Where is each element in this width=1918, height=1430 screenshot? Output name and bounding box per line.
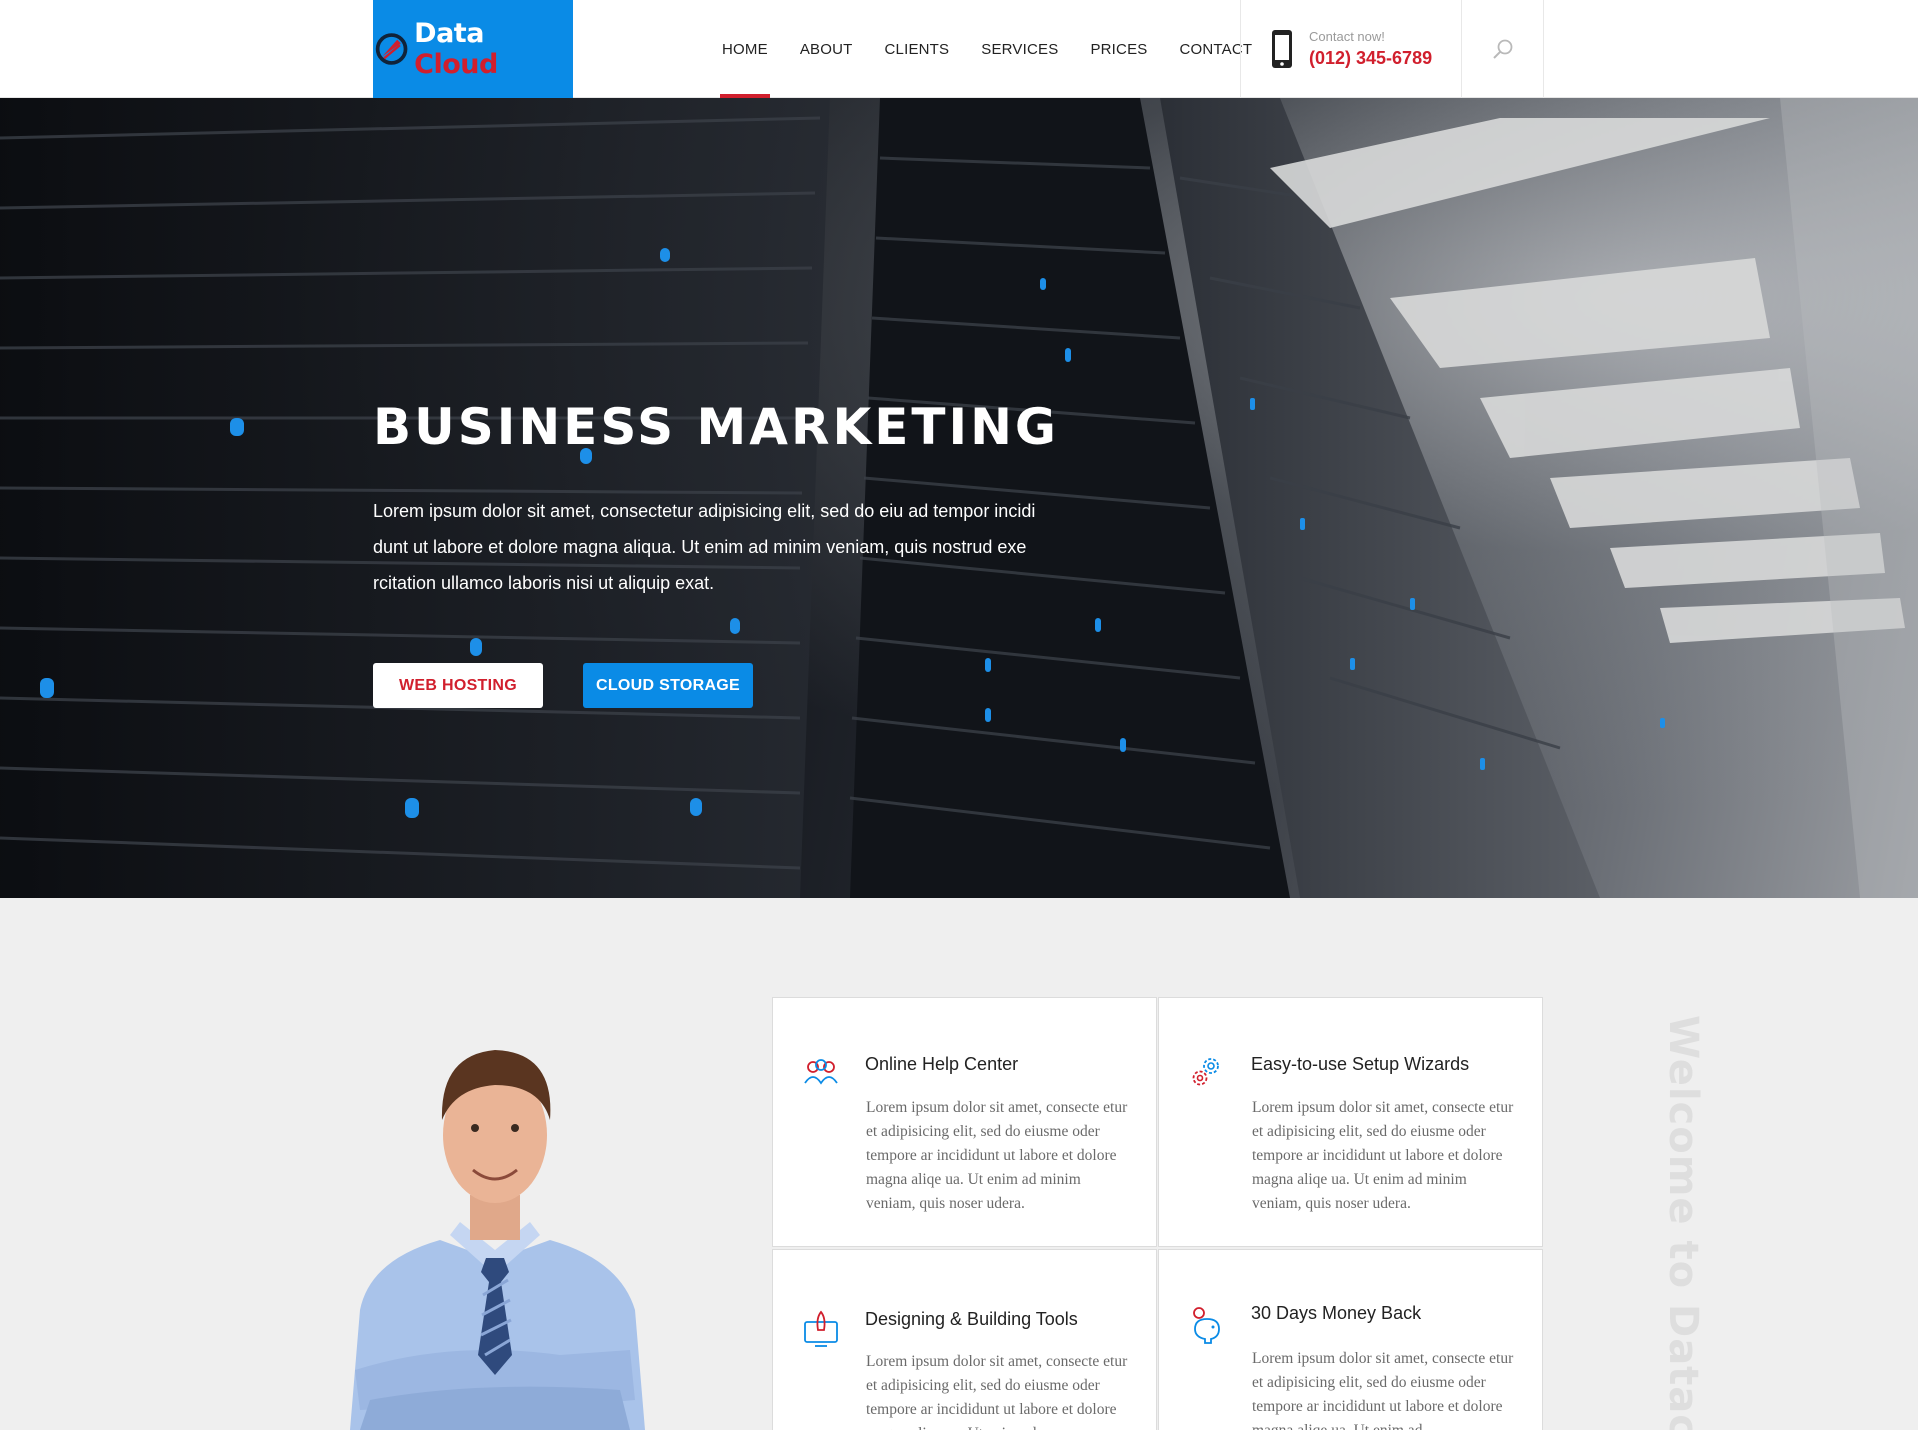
feature-title: Designing & Building Tools — [865, 1309, 1078, 1329]
features-grid: Online Help Center Lorem ipsum dolor sit… — [772, 997, 1544, 1430]
logo-text: Data Cloud — [414, 18, 573, 80]
hero-banner: BUSINESS MARKETING Lorem ipsum dolor sit… — [0, 98, 1918, 898]
cloud-storage-button[interactable]: CLOUD STORAGE — [583, 663, 753, 708]
search-icon — [1492, 39, 1512, 59]
feature-card-help-center[interactable]: Online Help Center Lorem ipsum dolor sit… — [772, 997, 1157, 1247]
hero-description: Lorem ipsum dolor sit amet, consectetur … — [373, 501, 1036, 593]
main-nav: HOME ABOUT CLIENTS SERVICES PRICES CONTA… — [706, 0, 1268, 98]
feature-card-money-back[interactable]: 30 Days Money Back Lorem ipsum dolor sit… — [1158, 1249, 1543, 1430]
web-hosting-button[interactable]: WEB HOSTING — [373, 663, 543, 708]
mobile-phone-icon — [1272, 30, 1292, 68]
logo-word-2: Cloud — [414, 49, 498, 80]
feature-card-building-tools[interactable]: Designing & Building Tools Lorem ipsum d… — [772, 1249, 1157, 1430]
site-header: Data Cloud HOME ABOUT CLIENTS SERVICES P… — [0, 0, 1918, 98]
users-icon — [804, 1059, 838, 1085]
logo-word-1: Data — [414, 18, 484, 49]
logo-mark-icon — [375, 33, 408, 65]
gears-icon — [1192, 1058, 1219, 1086]
logo[interactable]: Data Cloud — [373, 0, 573, 98]
feature-text: Lorem ipsum dolor sit amet, consecte etu… — [866, 1353, 1128, 1430]
feature-title: Online Help Center — [865, 1054, 1019, 1074]
nav-item-clients[interactable]: CLIENTS — [869, 0, 966, 98]
feature-text: Lorem ipsum dolor sit amet, consecte etu… — [866, 1099, 1128, 1212]
hero-title: BUSINESS MARKETING — [373, 398, 1059, 456]
search-button[interactable] — [1462, 0, 1544, 98]
welcome-vertical-text: Welcome to Datacloud — [1660, 1015, 1706, 1430]
feature-text: Lorem ipsum dolor sit amet, consecte etu… — [1252, 1350, 1514, 1430]
businessman-photo — [350, 1050, 645, 1430]
nav-item-prices[interactable]: PRICES — [1074, 0, 1163, 98]
feature-title: 30 Days Money Back — [1251, 1303, 1422, 1323]
nav-item-about[interactable]: ABOUT — [784, 0, 869, 98]
contact-info: Contact now! (012) 345-6789 — [1309, 29, 1432, 69]
piggy-bank-icon — [1193, 1307, 1220, 1344]
feature-title: Easy-to-use Setup Wizards — [1251, 1054, 1470, 1074]
nav-item-home[interactable]: HOME — [706, 0, 784, 98]
contact-phone-number[interactable]: (012) 345-6789 — [1309, 48, 1432, 69]
contact-box: Contact now! (012) 345-6789 — [1240, 0, 1462, 98]
rocket-monitor-icon — [804, 1310, 838, 1347]
contact-label: Contact now! — [1309, 29, 1385, 44]
nav-item-services[interactable]: SERVICES — [965, 0, 1074, 98]
feature-text: Lorem ipsum dolor sit amet, consecte etu… — [1252, 1099, 1514, 1212]
feature-card-setup-wizards[interactable]: Easy-to-use Setup Wizards Lorem ipsum do… — [1158, 997, 1543, 1247]
